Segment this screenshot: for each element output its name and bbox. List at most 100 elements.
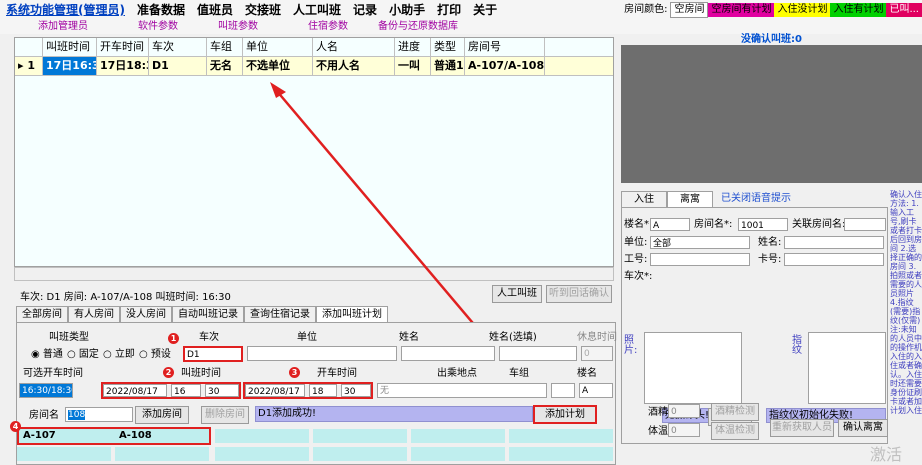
room-slot[interactable]: [509, 447, 613, 461]
tab-checkin[interactable]: 入住: [621, 191, 667, 207]
watermark: 激活: [869, 445, 902, 464]
radio-fixed[interactable]: ○ 固定: [67, 348, 99, 362]
delete-room-button[interactable]: 删除房间: [201, 406, 249, 424]
name-optional-label: 姓名(选填): [489, 332, 537, 343]
radio-normal-label: 普通: [42, 349, 63, 360]
step-badge: 4: [10, 421, 21, 432]
tab-all-rooms[interactable]: 全部房间: [16, 306, 68, 322]
r-job-label: 工号:: [624, 254, 648, 265]
r-card-input[interactable]: [784, 253, 884, 266]
instructions-text: 确认入住方法: 1.输入工号,刷卡或者打卡后回到房间 2.选择正确的房间 3.拍…: [890, 190, 922, 415]
manual-call-button[interactable]: 人工叫班: [492, 285, 542, 303]
r-building-label: 楼名*:: [624, 219, 653, 230]
add-call-plan-panel: 叫班类型 车次 单位 姓名 姓名(选填) 休息时间 ◉ 普通 ○ 固定 ○ 立即…: [16, 322, 617, 465]
room-slot[interactable]: [313, 447, 407, 461]
status-message: D1添加成功!: [255, 406, 533, 422]
train-input[interactable]: D1: [183, 346, 243, 362]
building-label: 楼名: [577, 368, 597, 379]
room-slot[interactable]: [215, 429, 309, 443]
r-building-select[interactable]: A: [650, 218, 690, 231]
room-chip[interactable]: A-108: [119, 429, 152, 443]
temp-value: 0: [668, 423, 700, 437]
depart-minute-select[interactable]: 30: [341, 384, 371, 397]
r-train-label: 车次*:: [624, 271, 653, 282]
origin-select[interactable]: 无: [377, 383, 547, 398]
type-label: 叫班类型: [49, 332, 89, 343]
radio-preset[interactable]: ○ 预设: [139, 348, 171, 362]
r-unit-label: 单位:: [624, 237, 648, 248]
alcohol-test-button[interactable]: 酒精检测: [711, 403, 759, 421]
reload-person-button[interactable]: 重新获取人员: [770, 419, 834, 437]
add-room-button[interactable]: 添加房间: [135, 406, 189, 424]
room-slot[interactable]: [313, 429, 407, 443]
step-badge: 1: [168, 333, 179, 344]
selectable-time-label: 可选开车时间: [23, 368, 83, 379]
confirm-checkout-button[interactable]: 确认离寓: [838, 419, 888, 437]
rest-select[interactable]: 0: [581, 346, 613, 361]
name-input[interactable]: [401, 346, 495, 361]
call-hour-select[interactable]: 16: [171, 384, 201, 397]
r-photo-label: 照片:: [624, 335, 638, 356]
group-label: 车组: [509, 368, 529, 379]
depart-date-select[interactable]: 2022/08/17: [245, 384, 305, 397]
r-room-label: 房间名*:: [694, 219, 733, 230]
radio-fixed-label: 固定: [78, 349, 99, 360]
room-slot[interactable]: [411, 429, 505, 443]
tab-auto-call-records[interactable]: 自动叫班记录: [172, 306, 244, 322]
room-slot[interactable]: [17, 447, 111, 461]
radio-immediate[interactable]: ○ 立即: [103, 348, 135, 362]
temp-test-button[interactable]: 体温检测: [711, 422, 759, 440]
tab-query-stay[interactable]: 查询住宿记录: [244, 306, 316, 322]
voice-status: 已关闭语音提示: [721, 193, 791, 204]
selected-rooms: A-107 A-108: [17, 427, 211, 445]
camera-preview: [621, 45, 922, 183]
name-label: 姓名: [399, 332, 419, 343]
room-name-value: 108: [68, 410, 86, 420]
tab-occupied-rooms[interactable]: 有人房间: [68, 306, 120, 322]
call-status-line: 车次: D1 房间: A-107/A-108 叫班时间: 16:30: [20, 292, 231, 303]
add-plan-button[interactable]: 添加计划: [533, 405, 597, 424]
fingerprint-box: [808, 332, 886, 404]
rest-label: 休息时间: [577, 332, 617, 343]
room-chip[interactable]: A-107: [23, 429, 56, 443]
unit-label: 单位: [297, 332, 317, 343]
r-room-select[interactable]: 1001: [738, 218, 788, 231]
call-date-select[interactable]: 2022/08/17: [103, 384, 167, 397]
bottom-tabs: 全部房间 有人房间 没人房间 自动叫班记录 查询住宿记录 添加叫班计划: [16, 306, 388, 322]
r-related-label: 关联房间名:: [792, 219, 846, 230]
right-tabs: 入住 离寓 已关闭语音提示: [621, 191, 791, 207]
room-slot[interactable]: [509, 429, 613, 443]
name-optional-input[interactable]: [499, 346, 577, 361]
r-unit-select[interactable]: 全部: [650, 236, 750, 249]
tab-empty-rooms[interactable]: 没人房间: [120, 306, 172, 322]
r-card-label: 卡号:: [758, 254, 782, 265]
radio-normal[interactable]: ◉ 普通: [31, 348, 63, 362]
depart-hour-select[interactable]: 18: [309, 384, 337, 397]
room-slot[interactable]: [215, 447, 309, 461]
step-badge: 2: [163, 367, 174, 378]
room-slot[interactable]: [115, 447, 209, 461]
room-name-label: 房间名: [29, 410, 59, 421]
room-name-select[interactable]: 108: [65, 407, 133, 422]
origin-label: 出乘地点: [437, 368, 477, 379]
r-name-input[interactable]: [784, 236, 884, 249]
room-slot[interactable]: [411, 447, 505, 461]
unit-input[interactable]: [247, 346, 397, 361]
r-related-select[interactable]: [844, 218, 886, 231]
building-select[interactable]: A: [579, 383, 613, 398]
radio-immediate-label: 立即: [114, 349, 135, 360]
r-finger-label: 指纹: [792, 335, 802, 356]
call-minute-select[interactable]: 30: [205, 384, 239, 397]
radio-preset-label: 预设: [150, 349, 171, 360]
photo-box: [644, 332, 742, 404]
confirm-reply-button[interactable]: 听到回话确认: [546, 285, 612, 303]
depart-time-label: 开车时间: [317, 368, 357, 379]
train-label: 车次: [199, 332, 219, 343]
alcohol-value: 0: [668, 404, 700, 418]
r-job-input[interactable]: [650, 253, 750, 266]
tab-checkout[interactable]: 离寓: [667, 191, 713, 207]
selectable-time-select[interactable]: 16:30/18:30: [19, 383, 73, 398]
r-name-label: 姓名:: [758, 237, 782, 248]
tab-add-call-plan[interactable]: 添加叫班计划: [316, 306, 388, 322]
group-select[interactable]: [551, 383, 575, 398]
